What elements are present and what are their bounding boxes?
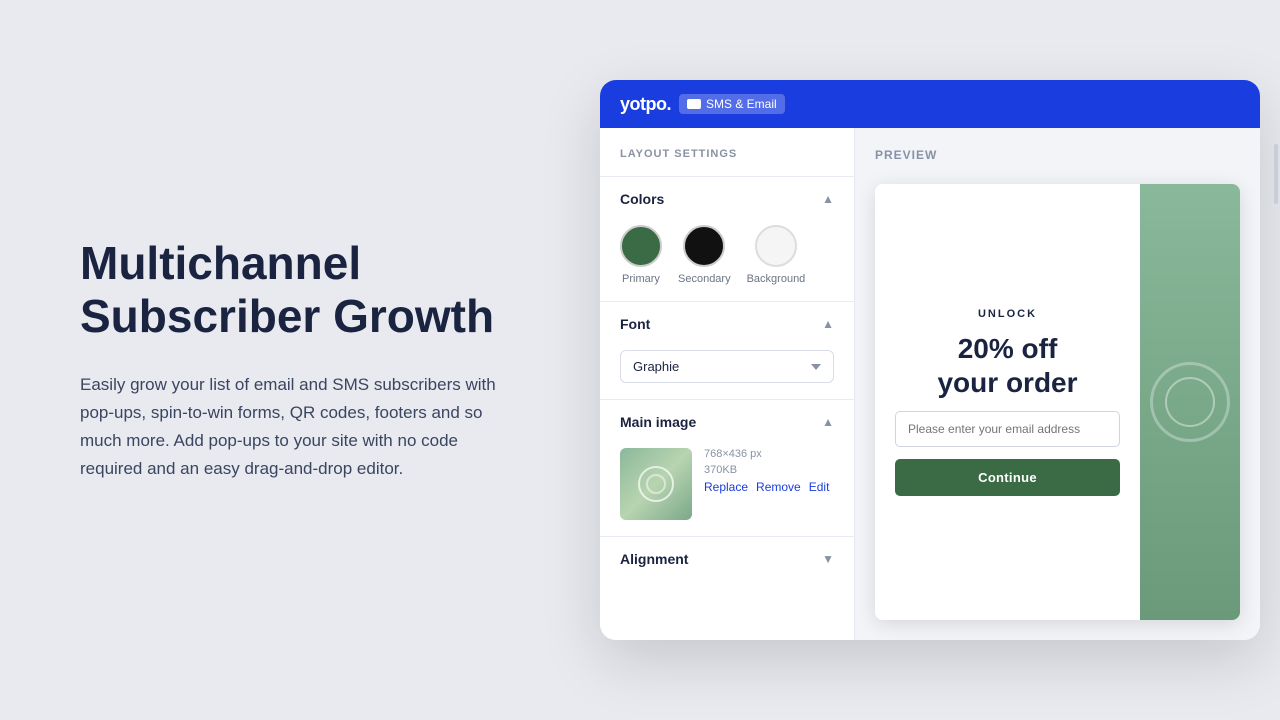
- sms-badge-text: SMS & Email: [706, 97, 777, 111]
- font-section-header[interactable]: Font ▲: [600, 302, 854, 346]
- yotpo-logo: yotpo. SMS & Email: [620, 94, 785, 115]
- app-window: yotpo. SMS & Email LAYOUT SETTINGS Color…: [600, 80, 1260, 640]
- secondary-color-label: Secondary: [678, 273, 731, 285]
- app-topbar: yotpo. SMS & Email: [600, 80, 1260, 128]
- alignment-section-header[interactable]: Alignment ▼: [600, 537, 854, 581]
- colors-chevron-icon: ▲: [822, 192, 834, 206]
- background-color-label: Background: [747, 273, 806, 285]
- remove-image-link[interactable]: Remove: [756, 480, 801, 494]
- background-color-item: Background: [747, 225, 806, 285]
- popup-continue-button[interactable]: Continue: [895, 459, 1120, 496]
- popup-image-ornament: [1150, 362, 1230, 442]
- edit-image-link[interactable]: Edit: [809, 480, 830, 494]
- image-actions: Replace Remove Edit: [704, 480, 829, 494]
- hero-title: Multichannel Subscriber Growth: [80, 237, 500, 343]
- alignment-section: Alignment ▼: [600, 536, 854, 581]
- sms-badge: SMS & Email: [679, 94, 785, 114]
- secondary-color-swatch[interactable]: [683, 225, 725, 267]
- primary-color-label: Primary: [622, 273, 660, 285]
- alignment-chevron-icon: ▼: [822, 552, 834, 566]
- settings-panel: LAYOUT SETTINGS Colors ▲ Primary: [600, 128, 855, 640]
- left-panel: Multichannel Subscriber Growth Easily gr…: [0, 177, 560, 543]
- alignment-section-title: Alignment: [620, 551, 688, 567]
- image-thumb-circle: [638, 466, 674, 502]
- preview-label: PREVIEW: [875, 148, 937, 162]
- image-dims: 768×436 px: [704, 448, 829, 460]
- colors-row: Primary Secondary Background: [620, 225, 834, 285]
- popup-image-side: [1140, 184, 1240, 620]
- popup-email-input[interactable]: [895, 411, 1120, 447]
- popup-unlock-text: UNLOCK: [978, 308, 1037, 320]
- image-section-content: 768×436 px 370KB Replace Remove Edit: [600, 444, 854, 536]
- app-body: LAYOUT SETTINGS Colors ▲ Primary: [600, 128, 1260, 640]
- background-color-swatch[interactable]: [755, 225, 797, 267]
- main-image-section-title: Main image: [620, 414, 696, 430]
- image-thumb-inner: [620, 448, 692, 520]
- secondary-color-item: Secondary: [678, 225, 731, 285]
- primary-color-item: Primary: [620, 225, 662, 285]
- font-section-content: Graphie Arial Helvetica Georgia Roboto: [600, 346, 854, 399]
- font-chevron-icon: ▲: [822, 317, 834, 331]
- font-section-title: Font: [620, 316, 650, 332]
- email-icon: [687, 99, 701, 109]
- colors-section-content: Primary Secondary Background: [600, 221, 854, 301]
- popup-image-ornament-inner: [1165, 377, 1215, 427]
- popup-preview: UNLOCK 20% offyour order Continue: [875, 184, 1240, 620]
- yotpo-wordmark: yotpo.: [620, 94, 671, 115]
- main-image-section: Main image ▲ 768×436 px: [600, 399, 854, 536]
- right-panel: yotpo. SMS & Email LAYOUT SETTINGS Color…: [560, 60, 1280, 660]
- layout-settings-title: LAYOUT SETTINGS: [600, 148, 854, 176]
- image-thumb-inner-circle: [646, 474, 666, 494]
- main-image-section-header[interactable]: Main image ▲: [600, 400, 854, 444]
- image-thumbnail: [620, 448, 692, 520]
- image-size: 370KB: [704, 464, 829, 476]
- font-select[interactable]: Graphie Arial Helvetica Georgia Roboto: [620, 350, 834, 383]
- replace-image-link[interactable]: Replace: [704, 480, 748, 494]
- popup-content: UNLOCK 20% offyour order Continue: [875, 184, 1140, 620]
- preview-panel: PREVIEW UNLOCK 20% offyour order Continu…: [855, 128, 1260, 640]
- colors-section-header[interactable]: Colors ▲: [600, 177, 854, 221]
- primary-color-swatch[interactable]: [620, 225, 662, 267]
- font-section: Font ▲ Graphie Arial Helvetica Georgia R…: [600, 301, 854, 399]
- main-image-chevron-icon: ▲: [822, 415, 834, 429]
- colors-section: Colors ▲ Primary Secondary: [600, 176, 854, 301]
- hero-description: Easily grow your list of email and SMS s…: [80, 371, 500, 483]
- colors-section-title: Colors: [620, 191, 664, 207]
- popup-discount-text: 20% offyour order: [937, 332, 1077, 399]
- image-info: 768×436 px 370KB Replace Remove Edit: [704, 448, 829, 494]
